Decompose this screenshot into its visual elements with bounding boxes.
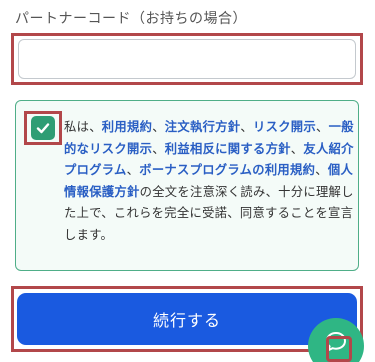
partner-code-label: パートナーコード（お持ちの場合）: [15, 11, 247, 27]
continue-button[interactable]: 続行する: [17, 293, 357, 345]
partner-code-input[interactable]: [18, 39, 356, 79]
checkmark-icon: [36, 123, 50, 134]
conflict-of-interest-policy-link[interactable]: 利益相反に関する方針: [165, 142, 291, 156]
order-execution-policy-link[interactable]: 注文執行方針: [165, 120, 241, 134]
risk-disclosure-link[interactable]: リスク開示: [253, 120, 316, 134]
separator: 、: [126, 163, 140, 178]
agreement-text: 私は、利用規約、注文執行方針、リスク開示、一般的なリスク開示、利益相反に関する方…: [64, 117, 354, 247]
bonus-program-terms-link[interactable]: ボーナスプログラムの利用規約: [139, 163, 315, 177]
terms-of-use-link[interactable]: 利用規約: [102, 120, 152, 134]
separator: 、: [240, 120, 253, 134]
separator: 、: [152, 120, 165, 134]
chat-highlight: [326, 336, 352, 362]
separator: 、: [316, 120, 329, 134]
agreement-text-prefix: 私は、: [64, 120, 102, 134]
agreement-checkbox[interactable]: [31, 116, 55, 140]
separator: 、: [152, 141, 165, 156]
separator: 、: [315, 163, 328, 178]
separator: 、: [290, 141, 304, 156]
